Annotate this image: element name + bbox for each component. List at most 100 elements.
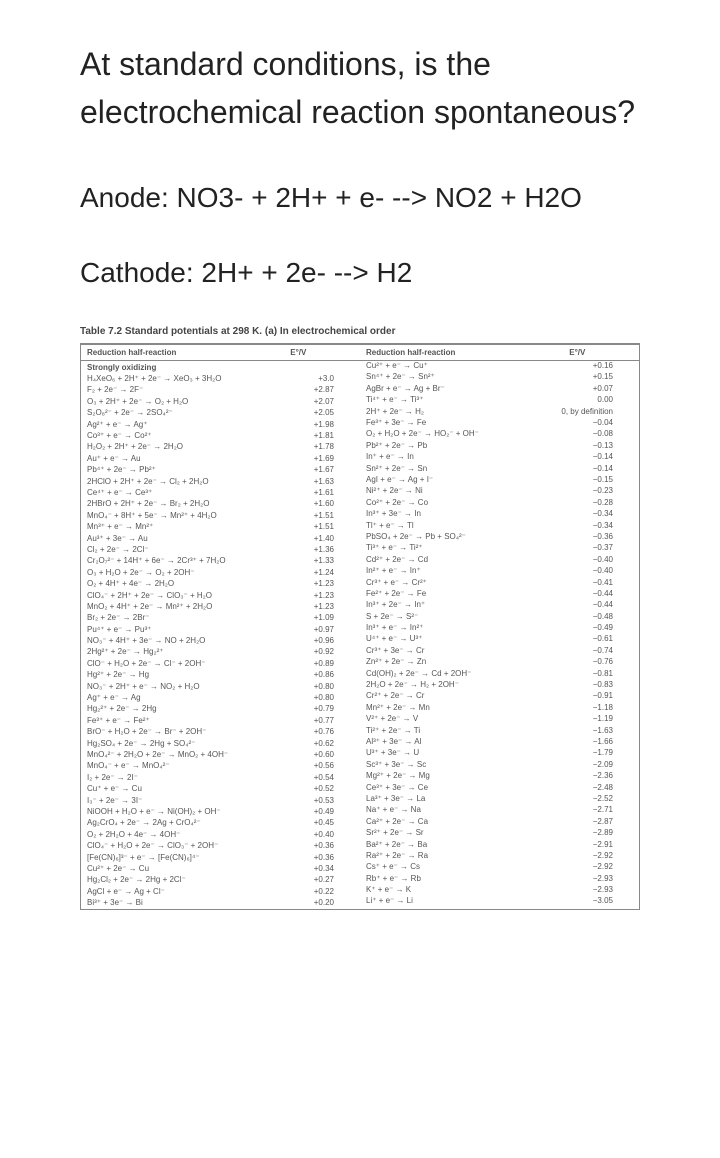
potential-value: −2.36	[551, 771, 633, 781]
table-row: MnO₄⁻ + e⁻ → MnO₄²⁻+0.56	[81, 761, 360, 772]
table-row: Co²⁺ + 2e⁻ → Co−0.28	[360, 497, 639, 508]
potential-value: +2.87	[272, 385, 354, 395]
table-row: F₂ + 2e⁻ → 2F⁻+2.87	[81, 385, 360, 396]
left-column: Strongly oxidizing H₄XeO₆ + 2H⁺ + 2e⁻ → …	[81, 361, 360, 909]
reaction-text: Zn²⁺ + 2e⁻ → Zn	[366, 657, 551, 667]
potential-value: −0.44	[551, 600, 633, 610]
table-row: Cu²⁺ + e⁻ → Cu⁺+0.16	[360, 361, 639, 372]
table-row: U³⁺ + 3e⁻ → U−1.79	[360, 748, 639, 759]
reaction-text: ClO₄⁻ + 2H⁺ + 2e⁻ → ClO₃⁻ + H₂O	[87, 591, 272, 601]
reaction-text: O₂ + 4H⁺ + 4e⁻ → 2H₂O	[87, 579, 272, 589]
potential-value: −0.83	[551, 680, 633, 690]
table-row: Rb⁺ + e⁻ → Rb−2.93	[360, 873, 639, 884]
table-row: In³⁺ + 2e⁻ → In⁺−0.44	[360, 600, 639, 611]
table-row: In³⁺ + 3e⁻ → In−0.34	[360, 509, 639, 520]
reaction-text: Cr₂O₇²⁻ + 14H⁺ + 6e⁻ → 2Cr³⁺ + 7H₂O	[87, 556, 272, 566]
potential-value: +1.33	[272, 556, 354, 566]
table-row: Li⁺ + e⁻ → Li−3.05	[360, 896, 639, 907]
potential-value: +1.23	[272, 602, 354, 612]
potential-value: +0.36	[272, 841, 354, 851]
table-row: Ra²⁺ + 2e⁻ → Ra−2.92	[360, 850, 639, 861]
hdr-right-ev: E°/V	[563, 344, 639, 361]
reaction-text: NO₃⁻ + 4H⁺ + 3e⁻ → NO + 2H₂O	[87, 636, 272, 646]
table-row: Fe³⁺ + e⁻ → Fe²⁺+0.77	[81, 715, 360, 726]
potential-value: +0.62	[272, 739, 354, 749]
table-row: Br₂ + 2e⁻ → 2Br⁻+1.09	[81, 613, 360, 624]
potential-value: +1.09	[272, 613, 354, 623]
potential-value: −0.44	[551, 589, 633, 599]
potential-value: +1.63	[272, 477, 354, 487]
reaction-text: PbSO₄ + 2e⁻ → Pb + SO₄²⁻	[366, 532, 551, 542]
potential-value: −0.36	[551, 532, 633, 542]
potential-value: −2.91	[551, 840, 633, 850]
table-row: Cr³⁺ + 3e⁻ → Cr−0.74	[360, 645, 639, 656]
reaction-text: K⁺ + e⁻ → K	[366, 885, 551, 895]
reaction-text: La³⁺ + 3e⁻ → La	[366, 794, 551, 804]
reaction-text: Sc³⁺ + 3e⁻ → Sc	[366, 760, 551, 770]
potential-value: −1.63	[551, 726, 633, 736]
reaction-text: Li⁺ + e⁻ → Li	[366, 896, 551, 906]
potential-value: +1.60	[272, 499, 354, 509]
potential-value: −0.61	[551, 634, 633, 644]
reaction-text: 2HClO + 2H⁺ + 2e⁻ → Cl₂ + 2H₂O	[87, 477, 272, 487]
reaction-text: Pu⁴⁺ + e⁻ → Pu³⁺	[87, 625, 272, 635]
table-row: O₃ + H₂O + 2e⁻ → O₂ + 2OH⁻+1.24	[81, 567, 360, 578]
reaction-text: S₂O₈²⁻ + 2e⁻ → 2SO₄²⁻	[87, 408, 272, 418]
table-row: O₂ + 2H₂O + 4e⁻ → 4OH⁻+0.40	[81, 829, 360, 840]
reaction-text: Br₂ + 2e⁻ → 2Br⁻	[87, 613, 272, 623]
table-row: V²⁺ + 2e⁻ → V−1.19	[360, 714, 639, 725]
reaction-text: Ti²⁺ + 2e⁻ → Ti	[366, 726, 551, 736]
hdr-right-reaction: Reduction half-reaction	[360, 344, 563, 361]
potential-value: −0.34	[551, 521, 633, 531]
reaction-text: Bi³⁺ + 3e⁻ → Bi	[87, 898, 272, 908]
table-row: AgI + e⁻ → Ag + I⁻−0.15	[360, 475, 639, 486]
table-row: Mg²⁺ + 2e⁻ → Mg−2.36	[360, 771, 639, 782]
table-row: Ag²⁺ + e⁻ → Ag⁺+1.98	[81, 419, 360, 430]
table-row: Ba²⁺ + 2e⁻ → Ba−2.91	[360, 839, 639, 850]
table-row: Cu²⁺ + 2e⁻ → Cu+0.34	[81, 863, 360, 874]
potential-value: +0.54	[272, 773, 354, 783]
reaction-text: 2H₂O + 2e⁻ → H₂ + 2OH⁻	[366, 680, 551, 690]
potential-value: +0.86	[272, 670, 354, 680]
hdr-left-ev: E°/V	[284, 344, 360, 361]
table-row: ClO₄⁻ + 2H⁺ + 2e⁻ → ClO₃⁻ + H₂O+1.23	[81, 590, 360, 601]
potential-value: +0.34	[272, 864, 354, 874]
table-row: Mn²⁺ + 2e⁻ → Mn−1.18	[360, 702, 639, 713]
potential-value: +3.0	[272, 374, 354, 384]
potential-value: +0.96	[272, 636, 354, 646]
reaction-text: I₂ + 2e⁻ → 2I⁻	[87, 773, 272, 783]
table-row: Sn²⁺ + 2e⁻ → Sn−0.14	[360, 463, 639, 474]
potential-value: +0.89	[272, 659, 354, 669]
reaction-text: Cr³⁺ + 3e⁻ → Cr	[366, 646, 551, 656]
reaction-text: S + 2e⁻ → S²⁻	[366, 612, 551, 622]
reaction-text: O₃ + 2H⁺ + 2e⁻ → O₂ + H₂O	[87, 397, 272, 407]
table-row: [Fe(CN)₆]³⁻ + e⁻ → [Fe(CN)₆]⁴⁻+0.36	[81, 852, 360, 863]
table-row: Cu⁺ + e⁻ → Cu+0.52	[81, 784, 360, 795]
reaction-text: Cu²⁺ + 2e⁻ → Cu	[87, 864, 272, 874]
table-row: Pb²⁺ + 2e⁻ → Pb−0.13	[360, 440, 639, 451]
potential-value: −3.05	[551, 896, 633, 906]
potential-value: +1.51	[272, 511, 354, 521]
reaction-text: U⁴⁺ + e⁻ → U³⁺	[366, 634, 551, 644]
table-row: AgCl + e⁻ → Ag + Cl⁻+0.22	[81, 886, 360, 897]
table-row: NO₃⁻ + 2H⁺ + e⁻ → NO₂ + H₂O+0.80	[81, 681, 360, 692]
reaction-text: Hg₂SO₄ + 2e⁻ → 2Hg + SO₄²⁻	[87, 739, 272, 749]
potential-value: −1.66	[551, 737, 633, 747]
reaction-text: Fe³⁺ + 3e⁻ → Fe	[366, 418, 551, 428]
potential-value: +0.97	[272, 625, 354, 635]
potential-value: +0.79	[272, 704, 354, 714]
cathode-reaction: Cathode: 2H+ + 2e- --> H2	[80, 251, 640, 296]
reaction-text: Co³⁺ + e⁻ → Co²⁺	[87, 431, 272, 441]
potential-value: +1.78	[272, 442, 354, 452]
reaction-text: Cd²⁺ + 2e⁻ → Cd	[366, 555, 551, 565]
table-row: NiOOH + H₂O + e⁻ → Ni(OH)₂ + OH⁻+0.49	[81, 806, 360, 817]
reaction-text: 2Hg²⁺ + 2e⁻ → Hg₂²⁺	[87, 647, 272, 657]
potential-value: +1.40	[272, 534, 354, 544]
reaction-text: MnO₄²⁻ + 2H₂O + 2e⁻ → MnO₂ + 4OH⁻	[87, 750, 272, 760]
potentials-table: Reduction half-reaction E°/V Reduction h…	[80, 343, 640, 910]
potential-value: −0.76	[551, 657, 633, 667]
reaction-text: In³⁺ + 2e⁻ → In⁺	[366, 600, 551, 610]
reaction-text: Ti³⁺ + e⁻ → Ti²⁺	[366, 543, 551, 553]
reaction-text: Ag⁺ + e⁻ → Ag	[87, 693, 272, 703]
table-row: Ce³⁺ + 3e⁻ → Ce−2.48	[360, 782, 639, 793]
